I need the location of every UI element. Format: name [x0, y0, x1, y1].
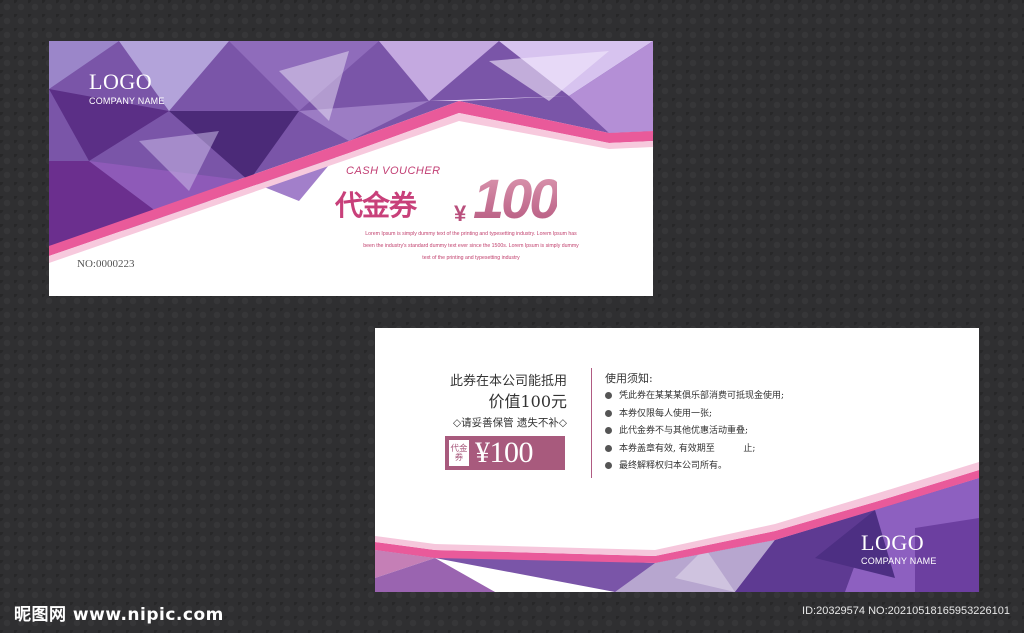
- bullet-icon: [605, 392, 612, 399]
- note-text: 本券盖章有效, 有效期至 止;: [619, 443, 756, 454]
- notes-list: 凭此券在某某某俱乐部消费可抵现金使用; 本券仅限每人使用一张; 此代金券不与其他…: [605, 390, 784, 478]
- divider: [591, 368, 592, 478]
- voucher-title: 代金券: [335, 189, 417, 222]
- logo-text: LOGO: [861, 530, 925, 555]
- serial-number: NO:0000223: [77, 258, 135, 270]
- voucher-back: 此券在本公司能抵用 价值100元 ◇请妥善保管 遗失不补◇ 代金券 ¥100 使…: [375, 328, 979, 592]
- bullet-icon: [605, 427, 612, 434]
- voucher-front: LOGO COMPANY NAME CASH VOUCHER 代金券 ¥ 100…: [49, 41, 653, 296]
- list-item: 最终解释权归本公司所有。: [605, 460, 784, 478]
- list-item: 本券仅限每人使用一张;: [605, 408, 784, 426]
- keep-notice: ◇请妥善保管 遗失不补◇: [453, 417, 567, 429]
- currency-symbol: ¥: [454, 201, 467, 226]
- lorem-line-3: text of the printing and typesetting ind…: [422, 255, 520, 261]
- notes-title: 使用须知:: [605, 372, 653, 385]
- statement-line-1: 此券在本公司能抵用: [449, 374, 567, 389]
- lorem-line-2: been the industry's standard dummy text …: [363, 243, 579, 249]
- statement-line-2: 价值100元: [488, 392, 567, 411]
- list-item: 此代金券不与其他优惠活动重叠;: [605, 425, 784, 443]
- cash-voucher-label: CASH VOUCHER: [346, 165, 441, 177]
- bullet-icon: [605, 444, 612, 452]
- amount-badge: 代金券 ¥100: [445, 436, 565, 470]
- lorem-line-1: Lorem Ipsum is simply dummy text of the …: [365, 231, 577, 237]
- bullet-icon: [605, 462, 612, 469]
- company-name: COMPANY NAME: [861, 556, 937, 566]
- note-text: 最终解释权归本公司所有。: [619, 461, 728, 471]
- watermark-site: 昵图网 www.nipic.com: [14, 605, 224, 625]
- logo-text: LOGO: [89, 69, 153, 94]
- badge-label: 代金券: [449, 440, 469, 466]
- note-text: 凭此券在某某某俱乐部消费可抵现金使用;: [619, 391, 785, 401]
- badge-amount: ¥100: [475, 436, 534, 469]
- note-text: 此代金券不与其他优惠活动重叠;: [619, 426, 749, 436]
- watermark-id: ID:20329574 NO:20210518165953226101: [802, 605, 1010, 617]
- voucher-amount: 100: [473, 167, 560, 230]
- list-item: 本券盖章有效, 有效期至 止;: [605, 443, 784, 461]
- bullet-icon: [605, 409, 612, 417]
- list-item: 凭此券在某某某俱乐部消费可抵现金使用;: [605, 390, 784, 408]
- note-text: 本券仅限每人使用一张;: [619, 408, 713, 419]
- company-name: COMPANY NAME: [89, 96, 165, 106]
